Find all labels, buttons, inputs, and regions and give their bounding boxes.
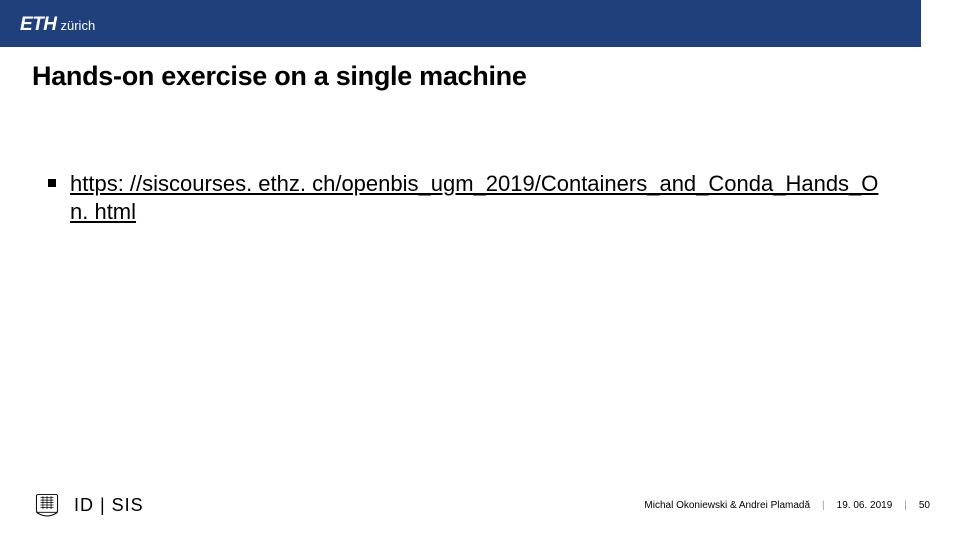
- logo-zurich-text: zürich: [61, 18, 96, 33]
- logo-eth-text: ETH: [20, 14, 57, 36]
- slide-body: https: //siscourses. ethz. ch/openbis_ug…: [48, 170, 890, 225]
- footer-divider: |: [822, 500, 825, 511]
- bullet-item: https: //siscourses. ethz. ch/openbis_ug…: [48, 170, 890, 225]
- bullet-text: https: //siscourses. ethz. ch/openbis_ug…: [70, 170, 890, 225]
- footer-unit: ID | SIS: [74, 495, 144, 516]
- footer: ID | SIS Michal Okoniewski & Andrei Plam…: [0, 492, 960, 518]
- footer-date: 19. 06. 2019: [837, 500, 893, 511]
- bullet-marker-icon: [48, 179, 56, 187]
- eth-logo: ETH zürich: [20, 14, 95, 36]
- header-bar: ETH zürich: [0, 0, 921, 47]
- footer-authors: Michal Okoniewski & Andrei Plamadă: [644, 500, 810, 511]
- course-link[interactable]: https: //siscourses. ethz. ch/openbis_ug…: [70, 171, 878, 224]
- crest-icon: [34, 492, 60, 518]
- footer-divider: |: [904, 500, 907, 511]
- slide-title: Hands-on exercise on a single machine: [32, 61, 960, 92]
- footer-meta: Michal Okoniewski & Andrei Plamadă | 19.…: [644, 500, 930, 511]
- footer-page: 50: [919, 500, 930, 511]
